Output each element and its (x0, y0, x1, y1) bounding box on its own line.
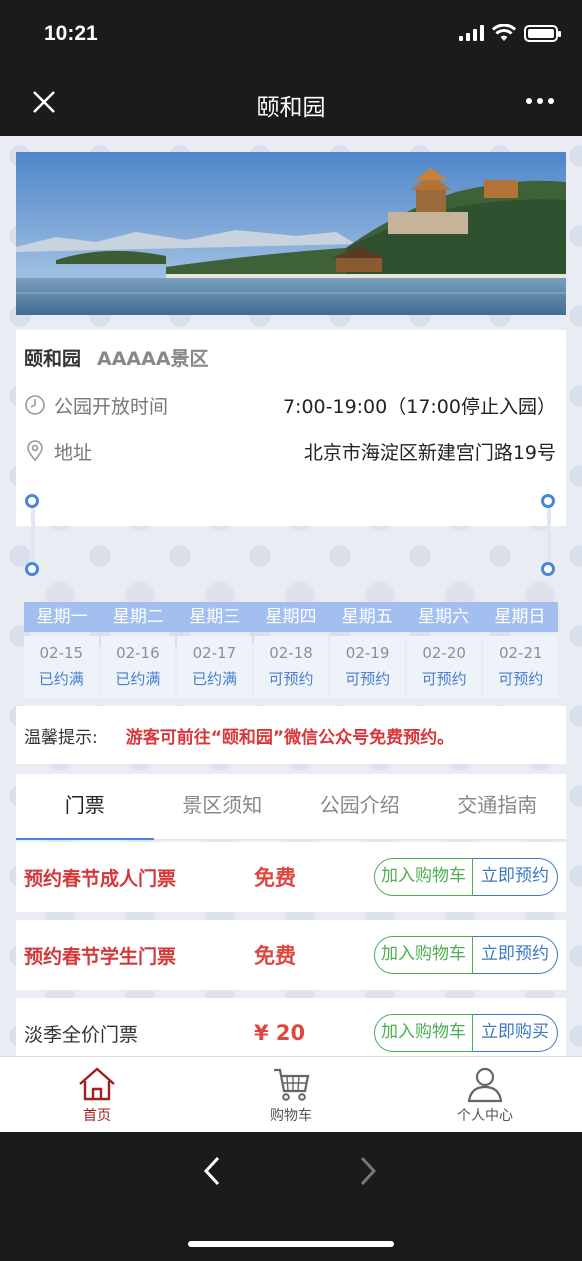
ticket-name: 淡季全价门票 (24, 1023, 139, 1046)
day-status: 已约满 (115, 670, 161, 688)
ticket-price: 免费 (254, 866, 296, 890)
add-to-cart-button[interactable]: 加入购物车 (374, 1014, 473, 1052)
binder-right (547, 504, 551, 570)
day-status: 可预约 (498, 670, 544, 688)
address-row: 地址 北京市海淀区新建宫门路19号 (24, 436, 556, 466)
park-level: AAAAA景区 (97, 348, 209, 370)
tab-intro[interactable]: 公园介绍 (291, 774, 429, 839)
calendar-day[interactable]: 02-16 已约满 (100, 636, 176, 698)
tabbar-item-home[interactable]: 首页 (0, 1057, 194, 1132)
tabbar-label: 首页 (83, 1108, 111, 1124)
binder-ring-right-bottom (541, 562, 555, 576)
book-now-button[interactable]: 立即预约 (473, 858, 558, 896)
weekday: 星期日 (494, 607, 546, 627)
ticket-row: 预约春节学生门票 免费 加入购物车 立即预约 (16, 920, 566, 990)
clock-icon (25, 395, 45, 415)
more-icon[interactable] (526, 98, 554, 104)
day-date: 02-20 (422, 644, 466, 662)
tip-message: 游客可前往“颐和园”微信公众号免费预约。 (125, 727, 455, 748)
ticket-row: 淡季全价门票 ¥ 20 加入购物车 立即购买 (16, 998, 566, 1056)
hours-row: 公园开放时间 7:00-19:00（17:00停止入园） (24, 390, 556, 420)
add-to-cart-button[interactable]: 加入购物车 (374, 936, 473, 974)
bottom-tab-bar: 首页 购物车 个人中心 (0, 1056, 582, 1132)
signal-icon (459, 25, 484, 41)
day-status: 可预约 (421, 670, 467, 688)
main-content[interactable]: 颐和园 AAAAA景区 公园开放时间 7:00-19:00（17:00停止入园） … (0, 136, 582, 1056)
ticket-actions: 加入购物车 立即预约 (374, 858, 558, 896)
ticket-row: 预约春节成人门票 免费 加入购物车 立即预约 (16, 842, 566, 912)
tabbar-item-cart[interactable]: 购物车 (194, 1057, 388, 1132)
tabbar-label: 购物车 (270, 1108, 312, 1124)
chevron-right-icon[interactable] (356, 1154, 380, 1188)
ticket-price: ¥ 20 (254, 1021, 306, 1045)
binder-ring-left-top (25, 494, 39, 508)
weekday: 星期六 (418, 607, 470, 627)
status-icons (459, 24, 561, 42)
day-status: 可预约 (268, 670, 314, 688)
tip-label: 温馨提示: (24, 727, 98, 748)
home-indicator (188, 1241, 394, 1247)
weekday: 星期四 (265, 607, 317, 627)
day-status: 已约满 (191, 670, 237, 688)
address-value: 北京市海淀区新建宫门路19号 (303, 441, 556, 464)
ticket-name: 预约春节学生门票 (24, 945, 177, 968)
page-title: 颐和园 (256, 95, 326, 121)
day-date: 02-15 (39, 644, 84, 662)
calendar-day[interactable]: 02-20 可预约 (406, 636, 482, 698)
binder-ring-right-top (541, 494, 555, 508)
user-icon (467, 1067, 503, 1103)
content-tabs: 门票 景区须知 公园介绍 交通指南 (16, 774, 566, 840)
day-status: 可预约 (345, 670, 391, 688)
calendar-day[interactable]: 02-15 已约满 (24, 636, 99, 698)
address-label: 地址 (54, 441, 93, 464)
weekday: 星期三 (189, 607, 241, 627)
hours-value: 7:00-19:00（17:00停止入园） (282, 395, 556, 418)
binder-left (31, 504, 35, 570)
day-date: 02-16 (116, 644, 160, 662)
calendar-day[interactable]: 02-17 已约满 (177, 636, 252, 698)
cart-icon (274, 1068, 310, 1101)
location-pin-icon (27, 440, 43, 462)
status-bar: 10:21 (0, 0, 582, 68)
status-time: 10:21 (44, 22, 98, 45)
calendar-days: 02-15 已约满 02-16 已约满 02-17 已约满 02-18 可预约 02-1… (24, 636, 559, 698)
ticket-actions: 加入购物车 立即购买 (374, 1014, 558, 1052)
calendar-weekdays: 星期一 星期二 星期三 星期四 星期五 星期六 星期日 (24, 602, 558, 632)
binder-ring-left-bottom (25, 562, 39, 576)
day-date: 02-18 (269, 644, 313, 662)
tab-transport[interactable]: 交通指南 (429, 774, 567, 839)
buy-now-button[interactable]: 立即购买 (473, 1014, 558, 1052)
banner-image (16, 152, 566, 315)
nav-bar: 颐和园 (0, 68, 582, 136)
book-now-button[interactable]: 立即预约 (473, 936, 558, 974)
battery-icon (524, 24, 561, 42)
day-date: 02-17 (192, 644, 237, 662)
day-date: 02-19 (345, 644, 390, 662)
weekday: 星期五 (341, 607, 393, 627)
calendar-day[interactable]: 02-18 可预约 (253, 636, 329, 698)
weekday: 星期二 (112, 607, 164, 627)
hours-label: 公园开放时间 (54, 395, 169, 418)
tab-notice[interactable]: 景区须知 (154, 774, 292, 839)
park-name: 颐和园 (24, 348, 82, 370)
ticket-name: 预约春节成人门票 (24, 867, 177, 890)
wifi-icon (492, 24, 516, 41)
home-icon (79, 1067, 115, 1101)
tab-tickets[interactable]: 门票 (16, 774, 154, 840)
tabbar-item-profile[interactable]: 个人中心 (388, 1057, 582, 1132)
chevron-left-icon[interactable] (200, 1154, 224, 1188)
reservation-tip: 温馨提示: 游客可前往“颐和园”微信公众号免费预约。 (16, 706, 566, 764)
park-name-row: 颐和园 AAAAA景区 (24, 344, 209, 371)
day-status: 已约满 (38, 670, 84, 688)
calendar-day[interactable]: 02-21 可预约 (483, 636, 559, 698)
add-to-cart-button[interactable]: 加入购物车 (374, 858, 473, 896)
tabbar-label: 个人中心 (457, 1108, 513, 1124)
day-date: 02-21 (498, 644, 543, 662)
park-info-card: 颐和园 AAAAA景区 公园开放时间 7:00-19:00（17:00停止入园） … (16, 330, 566, 526)
weekday: 星期一 (36, 607, 88, 627)
ticket-price: 免费 (254, 944, 296, 968)
calendar-day[interactable]: 02-19 可预约 (330, 636, 405, 698)
ticket-actions: 加入购物车 立即预约 (374, 936, 558, 974)
